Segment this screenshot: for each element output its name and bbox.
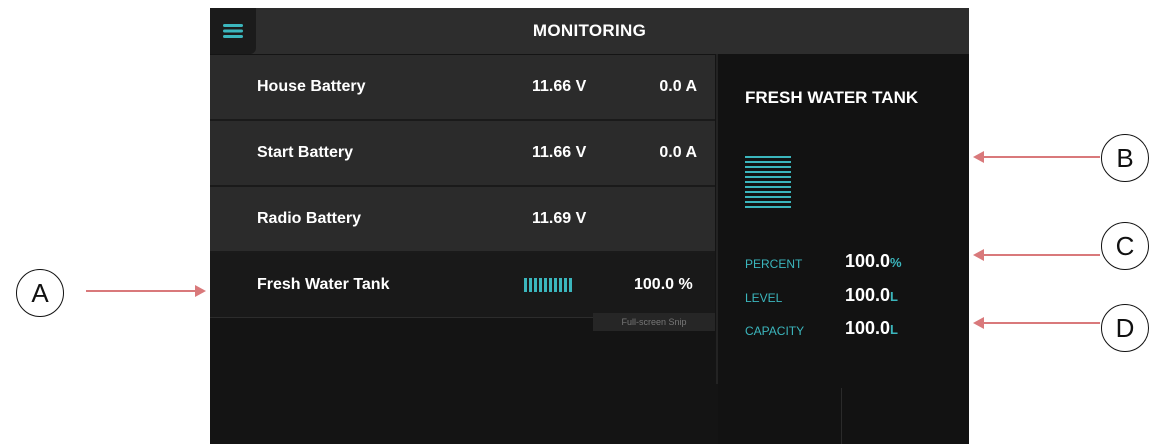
level-bar-segment (564, 278, 567, 292)
percent-stat: PERCENT 100.0% (745, 248, 965, 272)
monitoring-screen: MONITORING House Battery 11.66 V 0.0 A S… (210, 8, 969, 444)
callout-b-label: B (1116, 142, 1134, 173)
level-bar-segment (544, 278, 547, 292)
voltage-value: 11.66 V (532, 78, 587, 95)
callout-c: C (1101, 222, 1149, 270)
tank-level-line (745, 161, 791, 163)
tank-level-graphic (745, 156, 791, 211)
callout-d: D (1101, 304, 1149, 352)
percent-unit: % (890, 255, 902, 270)
tank-level-line (745, 176, 791, 178)
detail-panel: FRESH WATER TANK PERCENT 100.0% LEVEL 10… (718, 54, 969, 444)
percent-value: 100.0 % (634, 276, 693, 293)
level-unit: L (890, 289, 898, 304)
level-label: LEVEL (745, 291, 783, 305)
tank-level-line (745, 206, 791, 208)
callout-a-label: A (31, 277, 49, 308)
level-bar-segment (539, 278, 542, 292)
page-title: MONITORING (532, 21, 647, 40)
level-bar-segment (529, 278, 532, 292)
hamburger-icon (223, 24, 243, 38)
percent-stat-value: 100.0% (845, 251, 902, 272)
list-item-label: Radio Battery (257, 210, 362, 227)
callout-b-arrow (973, 151, 1100, 163)
level-number: 100.0 (845, 285, 891, 305)
capacity-unit: L (890, 322, 898, 337)
capacity-stat-value: 100.0L (845, 318, 898, 339)
level-bar-segment (524, 278, 527, 292)
tank-level-line (745, 191, 791, 193)
callout-a: A (16, 269, 64, 317)
capacity-number: 100.0 (845, 318, 891, 338)
percent-label: PERCENT (745, 257, 803, 271)
level-bar-segment (559, 278, 562, 292)
tank-level-line (745, 186, 791, 188)
callout-a-arrow (86, 285, 206, 297)
level-bar-segment (554, 278, 557, 292)
list-item-radio-battery[interactable]: Radio Battery 11.69 V (210, 187, 715, 253)
list-item-start-battery[interactable]: Start Battery 11.66 V 0.0 A (210, 121, 715, 187)
detail-title: FRESH WATER TANK (745, 88, 919, 107)
tank-level-line (745, 171, 791, 173)
tank-level-line (745, 196, 791, 198)
tank-level-line (745, 201, 791, 203)
tooltip: Full-screen Snip (593, 313, 715, 331)
level-bar-segment (534, 278, 537, 292)
menu-button[interactable] (210, 8, 256, 54)
capacity-stat: CAPACITY 100.0L (745, 315, 965, 339)
level-bar-segment (569, 278, 572, 292)
voltage-value: 11.69 V (532, 210, 587, 227)
level-bar-segment (549, 278, 552, 292)
callout-d-label: D (1115, 312, 1135, 343)
callout-b: B (1101, 134, 1149, 182)
tank-level-bars (524, 278, 572, 292)
tank-level-line (745, 156, 791, 158)
list-item-label: Start Battery (257, 144, 354, 161)
level-stat-value: 100.0L (845, 285, 898, 306)
list-item-fresh-water-tank[interactable]: Fresh Water Tank 100.0 % (210, 253, 715, 318)
tank-level-line (745, 166, 791, 168)
callout-c-label: C (1115, 230, 1135, 261)
voltage-value: 11.66 V (532, 144, 587, 161)
tank-level-line (745, 181, 791, 183)
capacity-label: CAPACITY (745, 324, 805, 338)
current-value: 0.0 A (659, 144, 697, 161)
list-item-house-battery[interactable]: House Battery 11.66 V 0.0 A (210, 55, 715, 121)
callout-c-arrow (973, 249, 1100, 261)
current-value: 0.0 A (659, 78, 697, 95)
percent-number: 100.0 (845, 251, 891, 271)
bottom-divider (841, 388, 842, 444)
level-stat: LEVEL 100.0L (745, 282, 965, 306)
callout-d-arrow (973, 317, 1100, 329)
list-item-label: House Battery (257, 78, 366, 95)
list-item-label: Fresh Water Tank (257, 276, 390, 293)
top-bar: MONITORING (210, 8, 969, 54)
